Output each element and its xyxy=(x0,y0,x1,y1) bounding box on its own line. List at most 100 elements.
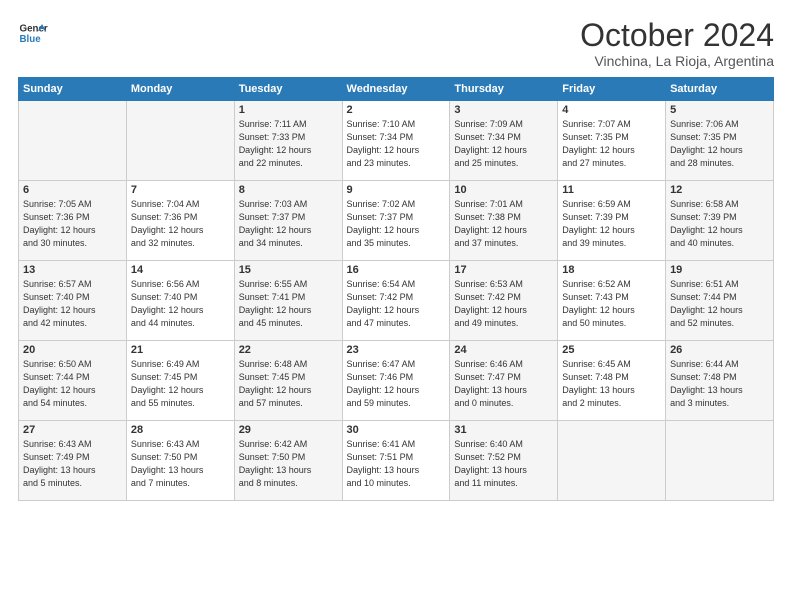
day-info: Sunrise: 6:57 AM Sunset: 7:40 PM Dayligh… xyxy=(23,278,122,330)
day-cell: 17Sunrise: 6:53 AM Sunset: 7:42 PM Dayli… xyxy=(450,261,558,341)
day-cell: 8Sunrise: 7:03 AM Sunset: 7:37 PM Daylig… xyxy=(234,181,342,261)
day-number: 15 xyxy=(239,264,338,276)
day-info: Sunrise: 6:40 AM Sunset: 7:52 PM Dayligh… xyxy=(454,438,553,490)
day-info: Sunrise: 7:03 AM Sunset: 7:37 PM Dayligh… xyxy=(239,198,338,250)
header-sunday: Sunday xyxy=(19,78,127,101)
day-number: 7 xyxy=(131,184,230,196)
day-number: 25 xyxy=(562,344,661,356)
week-row-1: 1 Sunrise: 7:11 AM Sunset: 7:33 PM Daylig… xyxy=(19,101,774,181)
day-number: 24 xyxy=(454,344,553,356)
day-cell: 29Sunrise: 6:42 AM Sunset: 7:50 PM Dayli… xyxy=(234,421,342,501)
header-saturday: Saturday xyxy=(666,78,774,101)
day-number: 31 xyxy=(454,424,553,436)
day-cell: 12Sunrise: 6:58 AM Sunset: 7:39 PM Dayli… xyxy=(666,181,774,261)
day-cell: 15 Sunrise: 6:55 AM Sunset: 7:41 PM Dayli… xyxy=(234,261,342,341)
header-wednesday: Wednesday xyxy=(342,78,450,101)
day-number: 21 xyxy=(131,344,230,356)
day-info: Sunrise: 7:06 AM Sunset: 7:35 PM Dayligh… xyxy=(670,118,769,170)
day-info: Sunrise: 6:46 AM Sunset: 7:47 PM Dayligh… xyxy=(454,358,553,410)
day-info: Sunrise: 6:47 AM Sunset: 7:46 PM Dayligh… xyxy=(347,358,446,410)
day-info: Sunrise: 7:01 AM Sunset: 7:38 PM Dayligh… xyxy=(454,198,553,250)
day-info: Sunrise: 6:56 AM Sunset: 7:40 PM Dayligh… xyxy=(131,278,230,330)
week-row-3: 13 Sunrise: 6:57 AM Sunset: 7:40 PM Dayli… xyxy=(19,261,774,341)
day-cell: 13 Sunrise: 6:57 AM Sunset: 7:40 PM Dayli… xyxy=(19,261,127,341)
day-cell: 20 Sunrise: 6:50 AM Sunset: 7:44 PM Dayli… xyxy=(19,341,127,421)
day-info: Sunrise: 6:54 AM Sunset: 7:42 PM Dayligh… xyxy=(347,278,446,330)
day-cell: 23 Sunrise: 6:47 AM Sunset: 7:46 PM Dayli… xyxy=(342,341,450,421)
day-cell: 24 Sunrise: 6:46 AM Sunset: 7:47 PM Dayli… xyxy=(450,341,558,421)
day-cell: 7 Sunrise: 7:04 AM Sunset: 7:36 PM Daylig… xyxy=(126,181,234,261)
day-info: Sunrise: 6:49 AM Sunset: 7:45 PM Dayligh… xyxy=(131,358,230,410)
day-info: Sunrise: 7:05 AM Sunset: 7:36 PM Dayligh… xyxy=(23,198,122,250)
day-info: Sunrise: 7:02 AM Sunset: 7:37 PM Dayligh… xyxy=(347,198,446,250)
day-number: 22 xyxy=(239,344,338,356)
logo-icon: General Blue xyxy=(18,18,48,48)
day-info: Sunrise: 6:59 AM Sunset: 7:39 PM Dayligh… xyxy=(562,198,661,250)
day-cell: 5 Sunrise: 7:06 AM Sunset: 7:35 PM Daylig… xyxy=(666,101,774,181)
day-cell: 14Sunrise: 6:56 AM Sunset: 7:40 PM Dayli… xyxy=(126,261,234,341)
day-number: 23 xyxy=(347,344,446,356)
day-number: 18 xyxy=(562,264,661,276)
day-info: Sunrise: 6:42 AM Sunset: 7:50 PM Dayligh… xyxy=(239,438,338,490)
day-number: 3 xyxy=(454,104,553,116)
day-cell: 21 Sunrise: 6:49 AM Sunset: 7:45 PM Dayli… xyxy=(126,341,234,421)
logo: General Blue xyxy=(18,18,48,48)
day-info: Sunrise: 7:11 AM Sunset: 7:33 PM Dayligh… xyxy=(239,118,338,170)
day-number: 19 xyxy=(670,264,769,276)
header-tuesday: Tuesday xyxy=(234,78,342,101)
day-info: Sunrise: 6:55 AM Sunset: 7:41 PM Dayligh… xyxy=(239,278,338,330)
day-info: Sunrise: 6:48 AM Sunset: 7:45 PM Dayligh… xyxy=(239,358,338,410)
day-cell: 25Sunrise: 6:45 AM Sunset: 7:48 PM Dayli… xyxy=(558,341,666,421)
header-thursday: Thursday xyxy=(450,78,558,101)
day-number: 4 xyxy=(562,104,661,116)
day-cell: 4 Sunrise: 7:07 AM Sunset: 7:35 PM Daylig… xyxy=(558,101,666,181)
day-cell xyxy=(666,421,774,501)
day-info: Sunrise: 6:44 AM Sunset: 7:48 PM Dayligh… xyxy=(670,358,769,410)
day-number: 16 xyxy=(347,264,446,276)
day-info: Sunrise: 6:51 AM Sunset: 7:44 PM Dayligh… xyxy=(670,278,769,330)
day-cell: 6 Sunrise: 7:05 AM Sunset: 7:36 PM Daylig… xyxy=(19,181,127,261)
day-number: 26 xyxy=(670,344,769,356)
location-subtitle: Vinchina, La Rioja, Argentina xyxy=(580,53,774,69)
day-cell: 1 Sunrise: 7:11 AM Sunset: 7:33 PM Daylig… xyxy=(234,101,342,181)
header-friday: Friday xyxy=(558,78,666,101)
day-cell: 9 Sunrise: 7:02 AM Sunset: 7:37 PM Daylig… xyxy=(342,181,450,261)
day-cell xyxy=(558,421,666,501)
day-number: 5 xyxy=(670,104,769,116)
day-info: Sunrise: 6:43 AM Sunset: 7:50 PM Dayligh… xyxy=(131,438,230,490)
svg-text:Blue: Blue xyxy=(20,34,42,45)
calendar-table: Sunday Monday Tuesday Wednesday Thursday… xyxy=(18,77,774,501)
calendar-container: General Blue October 2024 Vinchina, La R… xyxy=(0,0,792,511)
day-info: Sunrise: 7:04 AM Sunset: 7:36 PM Dayligh… xyxy=(131,198,230,250)
day-number: 11 xyxy=(562,184,661,196)
day-cell xyxy=(126,101,234,181)
day-info: Sunrise: 6:41 AM Sunset: 7:51 PM Dayligh… xyxy=(347,438,446,490)
day-info: Sunrise: 6:52 AM Sunset: 7:43 PM Dayligh… xyxy=(562,278,661,330)
day-number: 1 xyxy=(239,104,338,116)
day-cell: 10 Sunrise: 7:01 AM Sunset: 7:38 PM Dayli… xyxy=(450,181,558,261)
day-info: Sunrise: 7:10 AM Sunset: 7:34 PM Dayligh… xyxy=(347,118,446,170)
day-number: 2 xyxy=(347,104,446,116)
week-row-4: 20 Sunrise: 6:50 AM Sunset: 7:44 PM Dayli… xyxy=(19,341,774,421)
day-cell: 26 Sunrise: 6:44 AM Sunset: 7:48 PM Dayli… xyxy=(666,341,774,421)
day-number: 17 xyxy=(454,264,553,276)
day-info: Sunrise: 6:50 AM Sunset: 7:44 PM Dayligh… xyxy=(23,358,122,410)
day-cell: 3 Sunrise: 7:09 AM Sunset: 7:34 PM Daylig… xyxy=(450,101,558,181)
day-cell: 31 Sunrise: 6:40 AM Sunset: 7:52 PM Dayli… xyxy=(450,421,558,501)
day-cell: 11 Sunrise: 6:59 AM Sunset: 7:39 PM Dayli… xyxy=(558,181,666,261)
day-number: 9 xyxy=(347,184,446,196)
day-info: Sunrise: 7:07 AM Sunset: 7:35 PM Dayligh… xyxy=(562,118,661,170)
week-row-5: 27 Sunrise: 6:43 AM Sunset: 7:49 PM Dayli… xyxy=(19,421,774,501)
day-info: Sunrise: 6:43 AM Sunset: 7:49 PM Dayligh… xyxy=(23,438,122,490)
day-number: 30 xyxy=(347,424,446,436)
day-number: 10 xyxy=(454,184,553,196)
day-number: 20 xyxy=(23,344,122,356)
day-cell: 2 Sunrise: 7:10 AM Sunset: 7:34 PM Daylig… xyxy=(342,101,450,181)
day-cell: 18 Sunrise: 6:52 AM Sunset: 7:43 PM Dayli… xyxy=(558,261,666,341)
day-number: 6 xyxy=(23,184,122,196)
day-number: 13 xyxy=(23,264,122,276)
day-info: Sunrise: 7:09 AM Sunset: 7:34 PM Dayligh… xyxy=(454,118,553,170)
day-cell: 19 Sunrise: 6:51 AM Sunset: 7:44 PM Dayli… xyxy=(666,261,774,341)
day-cell: 28Sunrise: 6:43 AM Sunset: 7:50 PM Dayli… xyxy=(126,421,234,501)
day-number: 27 xyxy=(23,424,122,436)
